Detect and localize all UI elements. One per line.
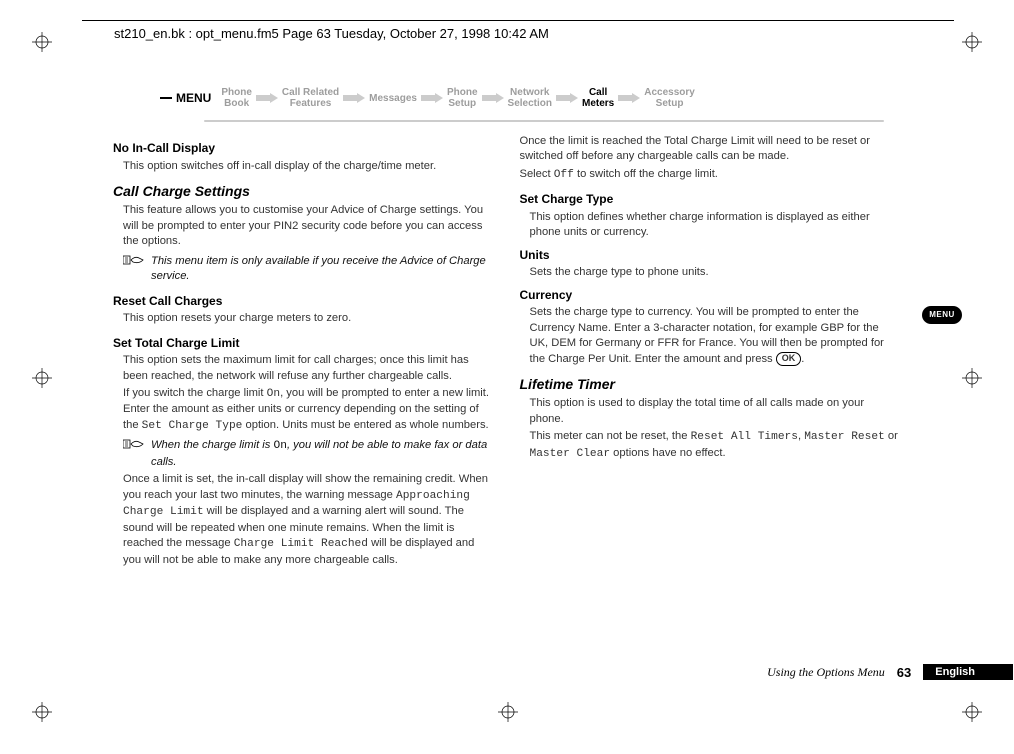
page-content: No In-Call Display This option switches … bbox=[113, 132, 898, 568]
crop-mark bbox=[962, 32, 982, 52]
heading-set-total-charge-limit: Set Total Charge Limit bbox=[113, 335, 492, 352]
body-text: If you switch the charge limit On, you w… bbox=[123, 386, 492, 434]
footer-chapter: Using the Options Menu bbox=[767, 665, 885, 680]
mono-charge-limit-reached: Charge Limit Reached bbox=[234, 538, 368, 550]
chevron-icon bbox=[421, 93, 443, 103]
menu-label: MENU bbox=[176, 91, 211, 105]
heading-set-charge-type: Set Charge Type bbox=[520, 191, 899, 208]
chevron-icon bbox=[256, 93, 278, 103]
nav-phone-setup: PhoneSetup bbox=[443, 87, 482, 109]
footer: Using the Options Menu 63 English bbox=[113, 664, 898, 680]
chevron-icon bbox=[482, 93, 504, 103]
nav-network-selection: NetworkSelection bbox=[504, 87, 556, 109]
nav-underline bbox=[204, 120, 884, 122]
heading-reset-call-charges: Reset Call Charges bbox=[113, 293, 492, 310]
menu-tick-icon bbox=[160, 97, 172, 99]
chevron-icon bbox=[343, 93, 365, 103]
crop-mark bbox=[498, 702, 518, 722]
body-text: Once a limit is set, the in-call display… bbox=[123, 472, 492, 568]
right-column: Once the limit is reached the Total Char… bbox=[520, 132, 899, 568]
heading-no-in-call: No In-Call Display bbox=[113, 140, 492, 157]
footer-page-number: 63 bbox=[897, 665, 911, 680]
crop-mark bbox=[32, 368, 52, 388]
crop-mark bbox=[32, 702, 52, 722]
crop-mark bbox=[32, 32, 52, 52]
note: This menu item is only available if you … bbox=[123, 254, 492, 285]
crop-mark bbox=[962, 702, 982, 722]
mono-reset-all-timers: Reset All Timers bbox=[691, 431, 798, 443]
crop-mark bbox=[962, 368, 982, 388]
nav-call-meters: CallMeters bbox=[578, 87, 618, 109]
heading-currency: Currency bbox=[520, 287, 899, 304]
header-rule bbox=[82, 20, 954, 21]
body-text: This option is used to display the total… bbox=[530, 396, 899, 427]
left-column: No In-Call Display This option switches … bbox=[113, 132, 492, 568]
heading-call-charge-settings: Call Charge Settings bbox=[113, 182, 492, 201]
note-hand-icon bbox=[123, 254, 145, 266]
note: When the charge limit is On, you will no… bbox=[123, 438, 492, 470]
mono-set-charge-type: Set Charge Type bbox=[142, 420, 243, 432]
mono-on: On bbox=[267, 388, 280, 400]
chevron-icon bbox=[618, 93, 640, 103]
menu-breadcrumb: MENU PhoneBook Call RelatedFeatures Mess… bbox=[160, 78, 884, 118]
ok-button-glyph: OK bbox=[776, 352, 802, 366]
body-text: This option resets your charge meters to… bbox=[123, 311, 492, 326]
mono-master-clear: Master Clear bbox=[530, 448, 611, 460]
note-text: This menu item is only available if you … bbox=[151, 254, 492, 285]
side-menu-tab: MENU bbox=[922, 306, 962, 324]
chevron-icon bbox=[556, 93, 578, 103]
body-text: Sets the charge type to phone units. bbox=[530, 265, 899, 280]
mono-master-reset: Master Reset bbox=[804, 431, 885, 443]
footer-language: English bbox=[923, 664, 1013, 680]
mono-off: Off bbox=[554, 169, 574, 181]
heading-units: Units bbox=[520, 247, 899, 264]
body-text: This feature allows you to customise you… bbox=[123, 203, 492, 249]
nav-items: PhoneBook Call RelatedFeatures Messages … bbox=[217, 87, 884, 109]
body-text: Once the limit is reached the Total Char… bbox=[520, 134, 899, 165]
body-text: This option switches off in-call display… bbox=[123, 159, 492, 174]
heading-lifetime-timer: Lifetime Timer bbox=[520, 375, 899, 394]
body-text: Sets the charge type to currency. You wi… bbox=[530, 305, 899, 367]
nav-phone-book: PhoneBook bbox=[217, 87, 256, 109]
nav-accessory-setup: AccessorySetup bbox=[640, 87, 699, 109]
running-head: st210_en.bk : opt_menu.fm5 Page 63 Tuesd… bbox=[114, 26, 549, 41]
nav-messages: Messages bbox=[365, 93, 421, 104]
note-hand-icon bbox=[123, 438, 145, 450]
body-text: Select Off to switch off the charge limi… bbox=[520, 167, 899, 183]
body-text: This option defines whether charge infor… bbox=[530, 210, 899, 241]
body-text: This option sets the maximum limit for c… bbox=[123, 353, 492, 384]
body-text: This meter can not be reset, the Reset A… bbox=[530, 429, 899, 462]
nav-call-related: Call RelatedFeatures bbox=[278, 87, 343, 109]
note-text: When the charge limit is On, you will no… bbox=[151, 438, 492, 470]
